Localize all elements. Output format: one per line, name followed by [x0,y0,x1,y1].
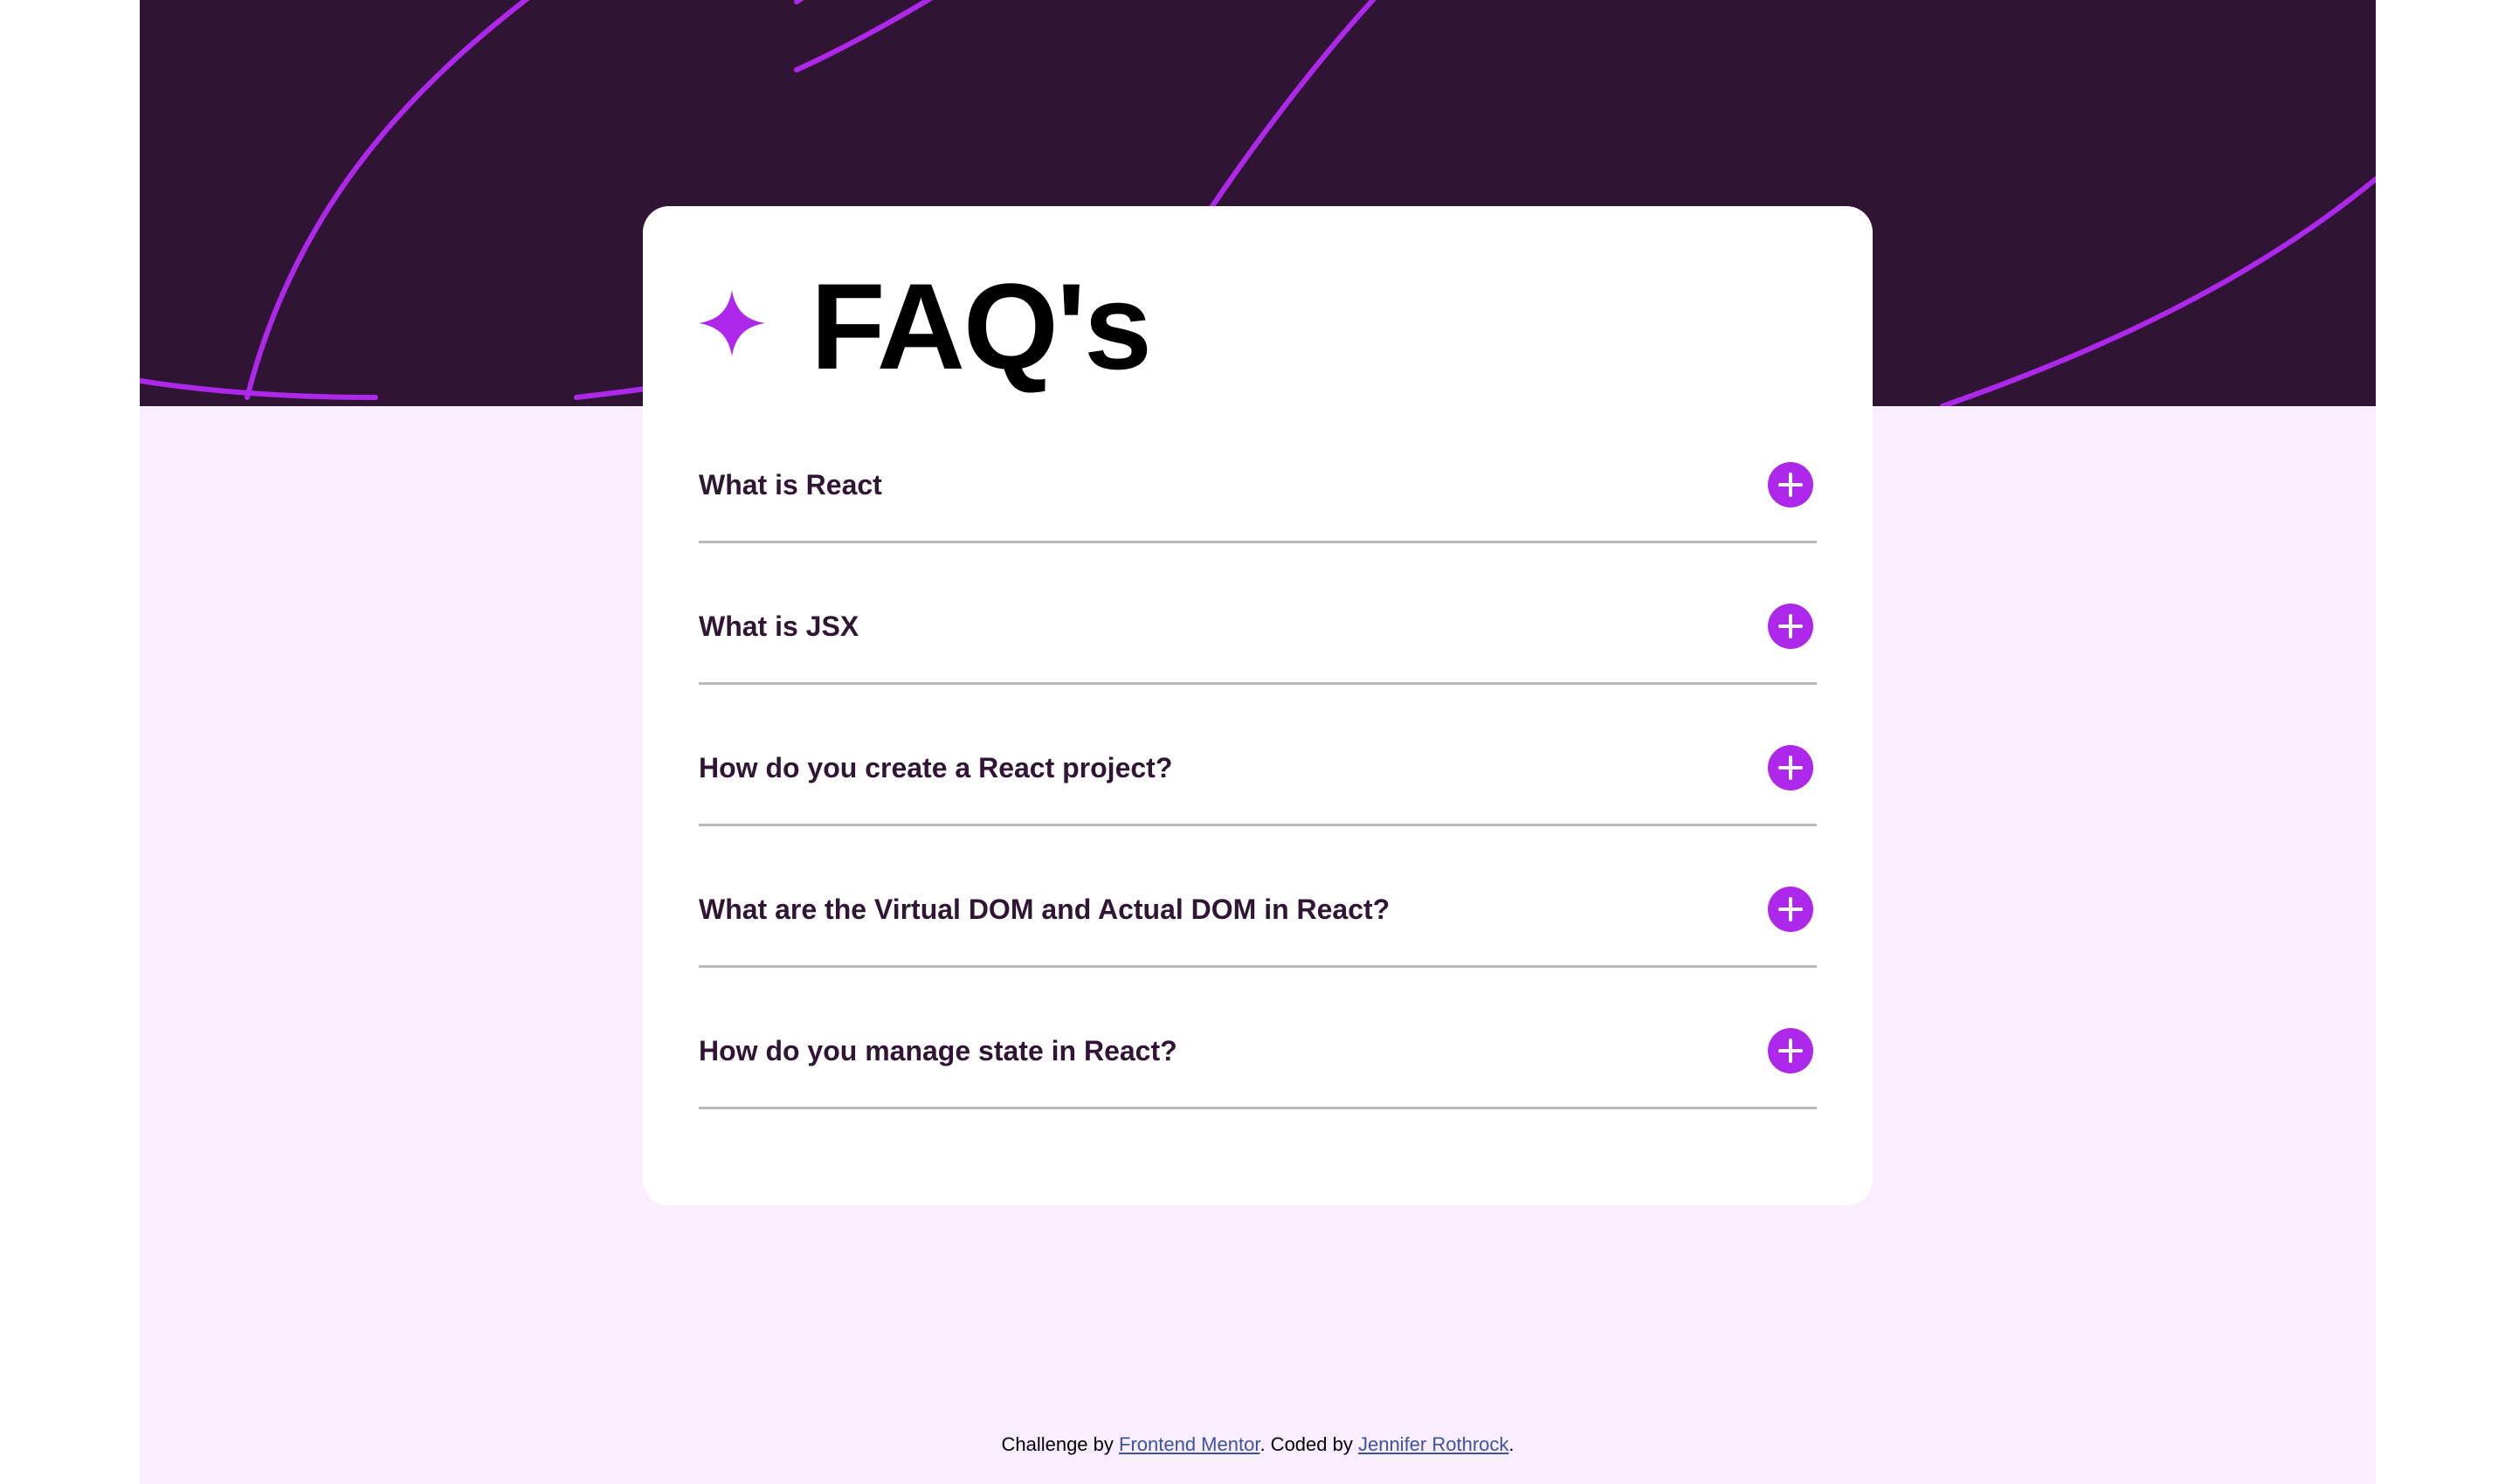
footer-text: . Coded by [1259,1433,1358,1455]
faq-item[interactable]: What are the Virtual DOM and Actual DOM … [699,826,1817,968]
page-background: FAQ's What is React What is JSX How do y… [140,0,2376,1484]
faq-question[interactable]: How do you create a React project? [699,750,1172,785]
faq-question[interactable]: What are the Virtual DOM and Actual DOM … [699,892,1390,927]
faq-question[interactable]: What is React [699,467,882,502]
faq-item[interactable]: How do you manage state in React? [699,968,1817,1109]
plus-icon [1778,897,1803,921]
faq-list: What is React What is JSX How do you cre… [699,433,1817,1109]
frontend-mentor-link[interactable]: Frontend Mentor [1119,1433,1259,1455]
plus-icon [1778,473,1803,497]
faq-question[interactable]: How do you manage state in React? [699,1033,1177,1068]
faq-item[interactable]: What is JSX [699,543,1817,685]
faq-item[interactable]: What is React [699,433,1817,543]
expand-plus-button[interactable] [1768,462,1813,507]
plus-icon [1778,756,1803,780]
author-link[interactable]: Jennifer Rothrock [1358,1433,1508,1455]
footer-text: . [1508,1433,1515,1455]
expand-plus-button[interactable] [1768,745,1813,790]
plus-icon [1778,614,1803,638]
star-icon [699,290,765,356]
faq-card: FAQ's What is React What is JSX How do y… [643,206,1873,1205]
faq-item[interactable]: How do you create a React project? [699,685,1817,826]
plus-icon [1778,1039,1803,1063]
expand-plus-button[interactable] [1768,604,1813,649]
page-title: FAQ's [811,258,1152,395]
faq-question[interactable]: What is JSX [699,609,859,644]
attribution-footer: Challenge by Frontend Mentor. Coded by J… [140,1429,2376,1460]
expand-plus-button[interactable] [1768,887,1813,932]
card-header: FAQ's [699,206,1817,433]
expand-plus-button[interactable] [1768,1028,1813,1073]
footer-text: Challenge by [1001,1433,1120,1455]
